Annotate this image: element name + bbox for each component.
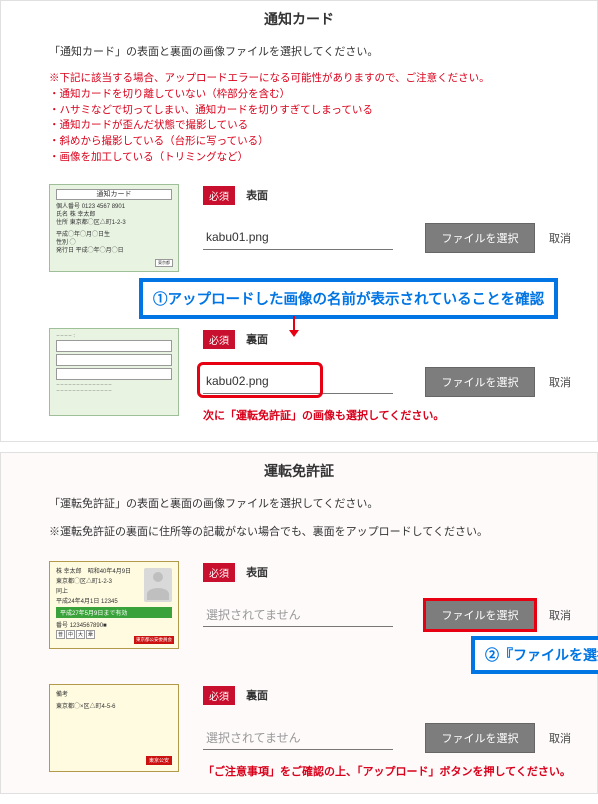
section-title: 運転免許証 <box>1 461 597 481</box>
callout-2: ②『ファイルを選択』をクリック↑ <box>471 636 598 674</box>
upload-controls-lic-front: 必須 表面 選択されてません ファイルを選択 取消 ②『ファイルを選択』をクリッ… <box>203 561 597 676</box>
file-name-front: kabu01.png <box>203 226 393 250</box>
file-name-back-text: kabu02.png <box>206 374 269 388</box>
lic-valid: 平成27年5月9日まで有効 <box>56 607 172 618</box>
upload-controls-back: 必須 裏面 kabu02.png ファイルを選択 取消 次に「運転免許証」の画像… <box>203 328 597 423</box>
card-name: 株 幸太郎 <box>70 212 96 218</box>
required-badge: 必須 <box>203 686 235 705</box>
section-title: 通知カード <box>1 9 597 29</box>
section-description: 「運転免許証」の表面と裏面の画像ファイルを選択してください。 <box>49 495 597 511</box>
card-name-label: 氏名 <box>56 212 68 218</box>
warn-line: ・ハサミなどで切ってしまい、通知カードを切りすぎてしまっている <box>49 103 597 119</box>
file-name-lic-back: 選択されてません <box>203 726 393 750</box>
required-badge: 必須 <box>203 563 235 582</box>
lic-chip: 東京都公安委員会 <box>134 636 174 644</box>
upload-controls-front: 必須 表面 kabu01.png ファイルを選択 取消 <box>203 184 597 253</box>
file-name-back: kabu02.png <box>203 370 393 394</box>
upload-row-lic-front: 株 幸太郎 昭和40年4月9日 東京都◯区△町1-2-3 同上 平成24年4月1… <box>1 557 597 680</box>
face-label-front: 表面 <box>246 564 268 580</box>
callout-2-wrap: ②『ファイルを選択』をクリック↑ <box>203 636 597 676</box>
face-label-back: 裏面 <box>246 687 268 703</box>
choose-file-button-front-lic[interactable]: ファイルを選択 <box>425 600 535 630</box>
preview-lic-front: 株 幸太郎 昭和40年4月9日 東京都◯区△町1-2-3 同上 平成24年4月1… <box>49 561 179 649</box>
foot-note: 「ご注意事項」をご確認の上、「アップロード」ボタンを押してください。 <box>203 763 597 779</box>
card-exp: 発行日 平成◯年◯月◯日 <box>56 248 124 254</box>
upload-controls-lic-back: 必須 裏面 選択されてません ファイルを選択 取消 「ご注意事項」をご確認の上、… <box>203 684 597 779</box>
callout-1: ①アップロードした画像の名前が表示されていることを確認 <box>139 278 558 319</box>
card-addr: 東京都◯区△町1-2-3 <box>70 220 126 226</box>
card-num-label: 個人番号 <box>56 204 80 210</box>
card-chip: 東京都 <box>155 259 173 266</box>
cancel-link-back-lic[interactable]: 取消 <box>549 730 571 746</box>
section-driver-license: 運転免許証 「運転免許証」の表面と裏面の画像ファイルを選択してください。 ※運転… <box>0 452 598 794</box>
upload-row-lic-back: 備考 東京都◯×区△町4-5-6 東京公安 必須 裏面 選択されてません ファイ… <box>1 680 597 783</box>
required-badge: 必須 <box>203 330 235 349</box>
warn-line: ・画像を加工している（トリミングなど） <box>49 150 597 166</box>
upload-row-front: 通知カード 個人番号 0123 4567 8901 氏名 株 幸太郎 住所 東京… <box>1 180 597 276</box>
upload-row-back: －－－－ ： －－－－－－－－－－－－－－ －－－－－－－－－－－－－－ 必須 … <box>1 324 597 427</box>
lic-ura-addr: 東京都◯×区△町4-5-6 <box>56 701 172 710</box>
cancel-link-front-lic[interactable]: 取消 <box>549 607 571 623</box>
warn-line: ・通知カードを切り離していない（枠部分を含む） <box>49 87 597 103</box>
card-addr-label: 住所 <box>56 220 68 226</box>
lic-cat: 普 <box>56 630 65 639</box>
choose-file-button-back-lic[interactable]: ファイルを選択 <box>425 723 535 753</box>
preview-tsuchi-back: －－－－ ： －－－－－－－－－－－－－－ －－－－－－－－－－－－－－ <box>49 328 179 416</box>
lic-cat: 中 <box>66 630 75 639</box>
preview-tsuchi-front: 通知カード 個人番号 0123 4567 8901 氏名 株 幸太郎 住所 東京… <box>49 184 179 272</box>
face-label-back: 裏面 <box>246 331 268 347</box>
lic-name: 株 幸太郎 <box>56 569 82 575</box>
cancel-link-back-tsuchi[interactable]: 取消 <box>549 374 571 390</box>
section-tsuchi-card: 通知カード 「通知カード」の表面と裏面の画像ファイルを選択してください。 ※下記… <box>0 0 598 442</box>
cancel-link-front-tsuchi[interactable]: 取消 <box>549 230 571 246</box>
card-num: 0123 4567 8901 <box>82 204 125 210</box>
lic-cat: 牽 <box>86 630 95 639</box>
lic-no-label: 番号 <box>56 623 68 629</box>
lic-ura-chip: 東京公安 <box>146 756 172 765</box>
preview-lic-back: 備考 東京都◯×区△町4-5-6 東京公安 <box>49 684 179 772</box>
file-name-lic-front: 選択されてません <box>203 603 393 627</box>
warn-line: ・通知カードが歪んだ状態で撮影している <box>49 118 597 134</box>
lic-ura-label: 備考 <box>56 689 172 698</box>
section-note-2: ※運転免許証の裏面に住所等の記載がない場合でも、裏面をアップロードしてください。 <box>49 523 597 539</box>
section-description: 「通知カード」の表面と裏面の画像ファイルを選択してください。 <box>49 43 597 59</box>
next-step-note: 次に「運転免許証」の画像も選択してください。 <box>203 407 597 423</box>
card-sample-title: 通知カード <box>56 189 172 200</box>
card-dob: 平成◯年◯月◯日生 <box>56 232 110 238</box>
lic-no: 1234567890■ <box>70 623 107 629</box>
choose-file-button-front-tsuchi[interactable]: ファイルを選択 <box>425 223 535 253</box>
face-label-front: 表面 <box>246 187 268 203</box>
lic-cat: 大 <box>76 630 85 639</box>
warn-line: ※下記に該当する場合、アップロードエラーになる可能性がありますので、ご注意くださ… <box>49 71 597 87</box>
warn-line: ・斜めから撮影している（台形に写っている） <box>49 134 597 150</box>
card-sex: 性別 ◯ <box>56 240 76 246</box>
warning-block: ※下記に該当する場合、アップロードエラーになる可能性がありますので、ご注意くださ… <box>49 71 597 166</box>
avatar-icon <box>144 568 172 602</box>
required-badge: 必須 <box>203 186 235 205</box>
lic-dob: 昭和40年4月9日 <box>88 569 131 575</box>
choose-file-button-back-tsuchi[interactable]: ファイルを選択 <box>425 367 535 397</box>
callout-1-wrap: ①アップロードした画像の名前が表示されていることを確認 <box>139 278 597 328</box>
